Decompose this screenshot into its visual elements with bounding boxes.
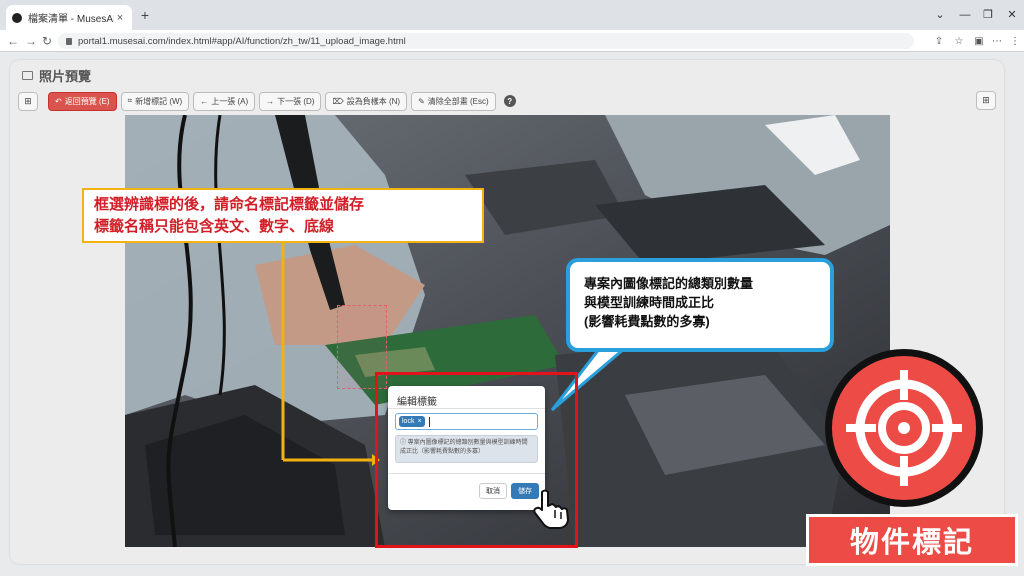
cancel-button[interactable]: 取消 (479, 483, 507, 499)
info-icon: ⓘ (400, 440, 408, 446)
instruction-line-1: 框選辨識標的後，請命名標記標籤並儲存 (94, 196, 365, 213)
dialog-footer-divider (388, 473, 545, 474)
note-callout: 專案內圖像標記的總類別數量 與模型訓練時間成正比 (影響耗費點數的多寡) (566, 258, 834, 352)
hand-cursor-icon (533, 489, 569, 529)
note-line-3: (影響耗費點數的多寡) (584, 314, 710, 329)
tag-remove-icon[interactable]: × (417, 418, 421, 425)
object-labeling-badge: 物件標記 (806, 514, 1018, 566)
target-badge (832, 356, 976, 500)
dialog-title: 編輯標籤 (397, 397, 437, 408)
crosshair-icon (846, 370, 962, 486)
dialog-divider (388, 408, 545, 409)
text-caret (428, 416, 430, 427)
instruction-callout: 框選辨識標的後，請命名標記標籤並儲存 標籤名稱只能包含英文、數字、底線 (82, 188, 484, 243)
note-line-2: 與模型訓練時間成正比 (584, 295, 715, 310)
tag-input[interactable]: lock × (395, 413, 538, 430)
tag-chip: lock × (399, 416, 425, 427)
info-message: ⓘ 專案內圖像標記的總類別數量與模型訓練時間成正比（影響耗費點數的多寡） (395, 435, 538, 463)
info-text: 專案內圖像標記的總類別數量與模型訓練時間成正比（影響耗費點數的多寡） (400, 440, 528, 455)
instruction-line-2: 標籤名稱只能包含英文、數字、底線 (94, 218, 335, 235)
note-line-1: 專案內圖像標記的總類別數量 (584, 276, 754, 291)
tag-chip-label: lock (402, 418, 415, 425)
